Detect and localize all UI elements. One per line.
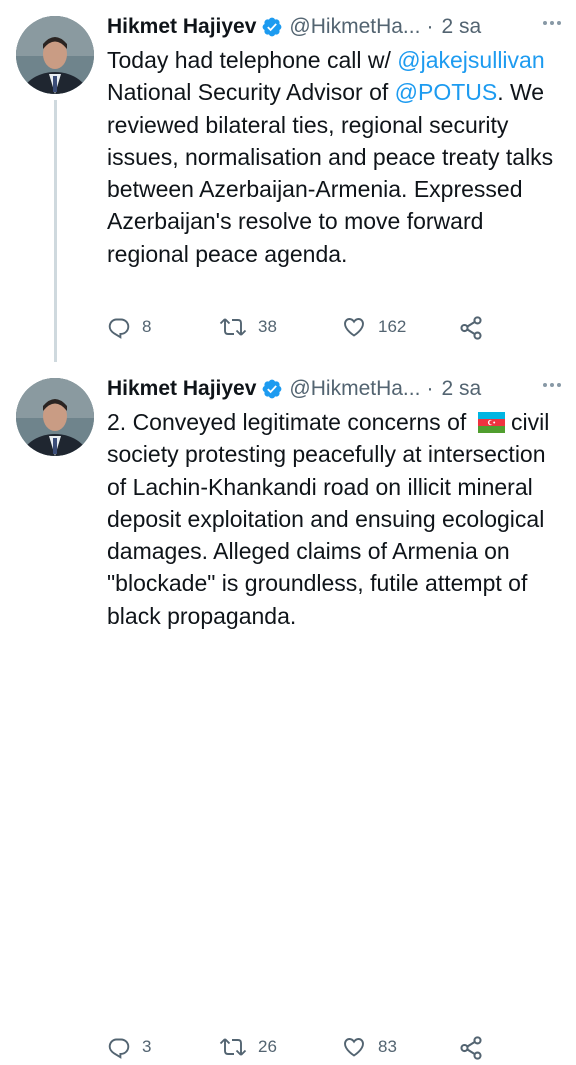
more-icon[interactable] [542,9,562,32]
share-icon [460,316,482,340]
reply-icon [108,318,130,339]
separator-dot: · [426,377,434,400]
heart-icon [344,1038,364,1057]
author-name[interactable]: Hikmet Hajiyev [107,15,256,39]
like-button[interactable]: 83 [341,1035,397,1059]
retweet-button[interactable]: 26 [219,1035,277,1059]
avatar[interactable] [16,378,94,456]
retweet-icon [219,1038,247,1056]
tweet[interactable]: Hikmet Hajiyev @HikmetHa... · 2 sa Today… [0,0,576,362]
like-count: 83 [378,1037,397,1056]
author-handle[interactable]: @HikmetHa... [289,15,420,39]
verified-badge-icon [261,16,283,38]
text-segment: Today had telephone call w/ [107,47,398,73]
text-segment: 2. Conveyed legitimate concerns of [107,409,473,435]
retweet-count: 26 [258,1037,277,1056]
tweet[interactable]: Hikmet Hajiyev @HikmetHa... · 2 sa 2. Co… [0,362,576,1060]
mention-link[interactable]: @POTUS [395,79,498,105]
author-handle[interactable]: @HikmetHa... [289,377,420,401]
reply-count: 3 [142,1037,152,1056]
like-button[interactable]: 162 [341,315,406,339]
text-segment: . We reviewed bilateral ties, regional s… [107,79,554,267]
tweet-actions: 3 26 83 [107,1035,547,1065]
reply-button[interactable]: 3 [107,1035,151,1059]
text-segment: civil society protesting peacefully at i… [107,409,550,629]
author-name[interactable]: Hikmet Hajiyev [107,377,256,401]
retweet-icon [219,318,247,336]
more-icon[interactable] [542,371,562,394]
timestamp[interactable]: 2 sa [441,15,481,39]
reply-button[interactable]: 8 [107,315,151,339]
share-icon [460,1036,482,1060]
tweet-text: Today had telephone call w/ @jakejsulliv… [107,44,567,270]
text-segment: National Security Advisor of [107,79,395,106]
verified-badge-icon [261,378,283,400]
timestamp[interactable]: 2 sa [441,377,481,401]
heart-icon [344,318,364,337]
share-button[interactable] [458,1035,484,1061]
like-count: 162 [378,317,407,336]
reply-count: 8 [142,317,152,336]
reply-icon [108,1038,130,1059]
tweet-header: Hikmet Hajiyev @HikmetHa... · 2 sa [107,372,562,406]
tweet-header: Hikmet Hajiyev @HikmetHa... · 2 sa [107,10,562,44]
avatar[interactable] [16,16,94,94]
azerbaijan-flag-icon [477,409,505,433]
separator-dot: · [426,15,434,38]
tweet-text: 2. Conveyed legitimate concerns of civil… [107,406,567,632]
retweet-count: 38 [258,317,277,336]
share-button[interactable] [458,315,484,341]
tweet-actions: 8 38 162 [107,315,547,345]
retweet-button[interactable]: 38 [219,315,277,339]
mention-link[interactable]: @jakejsullivan [397,47,544,73]
